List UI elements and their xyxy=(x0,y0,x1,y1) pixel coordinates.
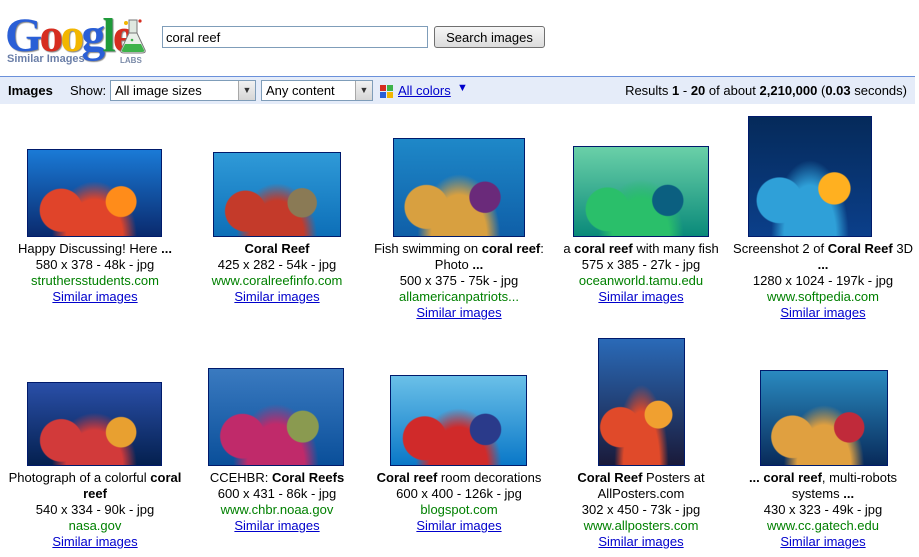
similar-images-link[interactable]: Similar images xyxy=(234,518,319,533)
result-title[interactable]: CCEHBR: Coral Reefs xyxy=(186,470,368,486)
show-label: Show: xyxy=(70,83,107,98)
result-domain: oceanworld.tamu.edu xyxy=(578,273,704,288)
result-caption: Screenshot 2 of Coral Reef 3D... 1280 x 1… xyxy=(732,241,914,321)
result-caption: ... coral reef, multi-robots systems ... 4… xyxy=(732,470,914,550)
similar-images-link[interactable]: Similar images xyxy=(416,305,501,320)
similar-images-link[interactable]: Similar images xyxy=(598,534,683,549)
result-domain: nasa.gov xyxy=(68,518,122,533)
logo-labs: LABS xyxy=(120,56,142,65)
google-similar-images-logo[interactable]: Google Similar Images LABS xyxy=(5,12,155,68)
similar-images-link[interactable]: Similar images xyxy=(234,289,319,304)
similar-images-link[interactable]: Similar images xyxy=(416,518,501,533)
result-meta: 600 x 431 - 86k - jpg xyxy=(217,486,337,501)
result-title[interactable]: Coral Reef xyxy=(186,241,368,257)
dropdown-arrow-icon[interactable]: ▼ xyxy=(355,81,372,100)
similar-images-link[interactable]: Similar images xyxy=(52,534,137,549)
result-meta: 575 x 385 - 27k - jpg xyxy=(581,257,701,272)
similar-images-link[interactable]: Similar images xyxy=(52,289,137,304)
header: Google Similar Images LABS Search images xyxy=(0,0,919,75)
result-meta: 425 x 282 - 54k - jpg xyxy=(217,257,337,272)
results-count: Results 1 - 20 of about 2,210,000 (0.03 … xyxy=(625,83,907,98)
result-caption: Happy Discussing! Here ... 580 x 378 - 48… xyxy=(4,241,186,305)
result-domain: www.chbr.noaa.gov xyxy=(220,502,334,517)
result-thumbnail[interactable] xyxy=(390,375,527,466)
result-thumbnail[interactable] xyxy=(27,149,162,237)
result-title[interactable]: a coral reef with many fish xyxy=(550,241,732,257)
flask-icon xyxy=(120,19,146,54)
result-meta: 430 x 323 - 49k - jpg xyxy=(763,502,883,517)
result-title[interactable]: Coral Reef Posters at AllPosters.com xyxy=(550,470,732,502)
result-caption: Coral reef room decorations 600 x 400 - 1… xyxy=(368,470,550,534)
result-domain: allamericanpatriots... xyxy=(399,289,519,304)
result-caption: CCEHBR: Coral Reefs 600 x 431 - 86k - jpg… xyxy=(186,470,368,534)
result-title[interactable]: ... coral reef, multi-robots systems ... xyxy=(732,470,914,502)
image-size-value: All image sizes xyxy=(115,83,202,98)
result-caption: a coral reef with many fish 575 x 385 - 2… xyxy=(550,241,732,305)
image-size-select[interactable]: All image sizes ▼ xyxy=(110,80,256,101)
result-meta: 1280 x 1024 - 197k - jpg xyxy=(752,273,894,288)
result-thumbnail[interactable] xyxy=(573,146,709,237)
logo-letter: l xyxy=(102,9,115,62)
similar-images-link[interactable]: Similar images xyxy=(598,289,683,304)
search-images-button[interactable]: Search images xyxy=(434,26,545,48)
result-caption: Fish swimming on coral reef: Photo ... 500… xyxy=(368,241,550,321)
result-meta: 500 x 375 - 75k - jpg xyxy=(399,273,519,288)
dropdown-arrow-icon[interactable]: ▼ xyxy=(238,81,255,100)
result-domain: struthersstudents.com xyxy=(31,273,159,288)
all-colors-link[interactable]: All colors xyxy=(398,83,451,98)
result-thumbnail[interactable] xyxy=(27,382,162,466)
content-type-select[interactable]: Any content ▼ xyxy=(261,80,373,101)
result-domain: www.allposters.com xyxy=(583,518,699,533)
result-domain: www.softpedia.com xyxy=(767,289,879,304)
result-thumbnail[interactable] xyxy=(208,368,344,466)
similar-images-link[interactable]: Similar images xyxy=(780,305,865,320)
result-domain: blogspot.com xyxy=(420,502,498,517)
result-thumbnail[interactable] xyxy=(213,152,341,237)
result-caption: Photograph of a colorful coral reef 540 x … xyxy=(4,470,186,550)
logo-subtitle: Similar Images xyxy=(7,53,85,65)
search-input[interactable] xyxy=(162,26,428,48)
result-caption: Coral Reef Posters at AllPosters.com 302 x… xyxy=(550,470,732,550)
result-meta: 600 x 400 - 126k - jpg xyxy=(396,486,522,501)
result-domain: www.cc.gatech.edu xyxy=(766,518,879,533)
similar-images-link[interactable]: Similar images xyxy=(780,534,865,549)
result-caption: Coral Reef 425 x 282 - 54k - jpg www.coral… xyxy=(186,241,368,305)
content-type-value: Any content xyxy=(266,83,335,98)
chevron-down-icon[interactable]: ▼ xyxy=(457,82,468,94)
result-thumbnail[interactable] xyxy=(760,370,888,466)
result-meta: 540 x 334 - 90k - jpg xyxy=(35,502,155,517)
toolbar-title: Images xyxy=(8,83,53,98)
result-meta: 302 x 450 - 73k - jpg xyxy=(581,502,701,517)
color-palette-icon xyxy=(380,85,393,98)
result-title[interactable]: Photograph of a colorful coral reef xyxy=(4,470,186,502)
result-domain: www.coralreefinfo.com xyxy=(211,273,343,288)
result-thumbnail[interactable] xyxy=(393,138,525,237)
result-title[interactable]: Happy Discussing! Here ... xyxy=(4,241,186,257)
result-thumbnail[interactable] xyxy=(748,116,872,237)
result-thumbnail[interactable] xyxy=(598,338,685,466)
result-title[interactable]: Fish swimming on coral reef: Photo ... xyxy=(368,241,550,273)
result-title[interactable]: Screenshot 2 of Coral Reef 3D... xyxy=(732,241,914,273)
result-title[interactable]: Coral reef room decorations xyxy=(368,470,550,486)
result-meta: 580 x 378 - 48k - jpg xyxy=(35,257,155,272)
images-toolbar: Images Show: All image sizes ▼ Any conte… xyxy=(0,76,915,104)
